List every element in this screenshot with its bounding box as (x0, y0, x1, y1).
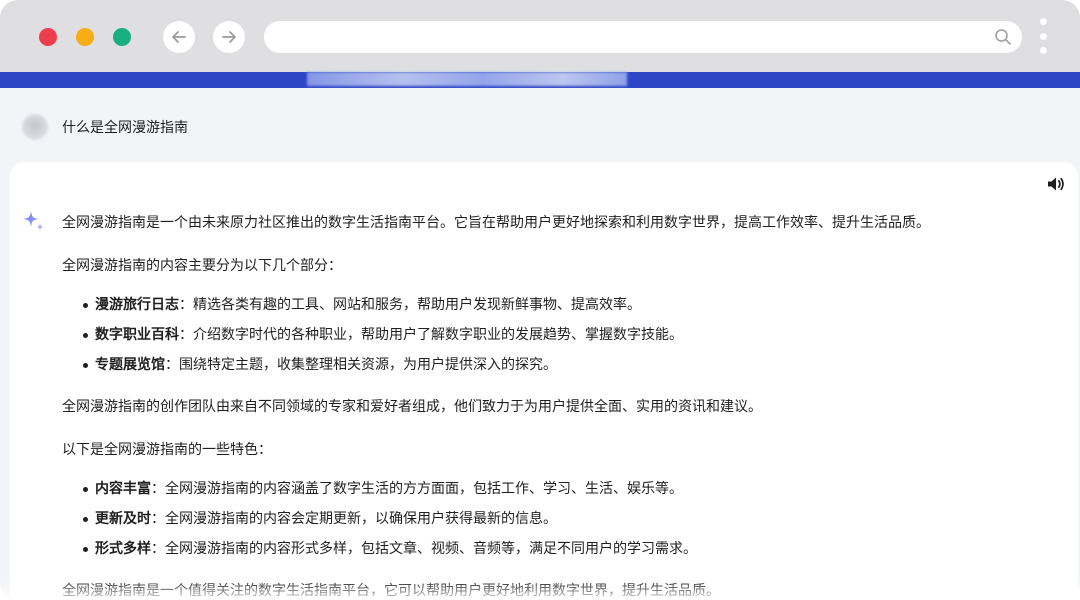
user-question-row: 什么是全网漫游指南 (0, 88, 1080, 162)
features-list: 内容丰富：全网漫游指南的内容涵盖了数字生活的方方面面，包括工作、学习、生活、娱乐… (62, 479, 1062, 569)
blurred-site-nav (307, 72, 627, 86)
list-item-desc: ：介绍数字时代的各种职业，帮助用户了解数字职业的发展趋势、掌握数字技能。 (179, 327, 683, 343)
list-item-desc: ：精选各类有趣的工具、网站和服务，帮助用户发现新鲜事物、提高效率。 (179, 297, 641, 313)
site-header-bar (0, 72, 1080, 88)
list-item: 数字职业百科：介绍数字时代的各种职业，帮助用户了解数字职业的发展趋势、掌握数字技… (62, 325, 1062, 355)
sparkle-icon (23, 211, 44, 231)
list-item-title: 专题展览馆 (95, 357, 165, 373)
list-item-title: 漫游旅行日志 (95, 297, 179, 313)
address-bar[interactable] (264, 21, 1022, 53)
minimize-window-button[interactable] (76, 28, 94, 46)
arrow-left-icon (172, 31, 186, 43)
speaker-icon[interactable] (1046, 174, 1066, 194)
list-item-title: 内容丰富 (95, 481, 151, 497)
answer-intro: 全网漫游指南是一个由未来原力社区推出的数字生活指南平台。它旨在帮助用户更好地探索… (62, 215, 930, 231)
user-avatar (22, 114, 48, 140)
list-item: 形式多样：全网漫游指南的内容形式多样，包括文章、视频、音频等，满足不同用户的学习… (62, 539, 1062, 569)
list-item-desc: ：全网漫游指南的内容形式多样，包括文章、视频、音频等，满足不同用户的学习需求。 (151, 541, 697, 557)
browser-toolbar (0, 0, 1080, 72)
list-item: 漫游旅行日志：精选各类有趣的工具、网站和服务，帮助用户发现新鲜事物、提高效率。 (62, 295, 1062, 325)
features-intro: 以下是全网漫游指南的一些特色： (62, 442, 272, 458)
maximize-window-button[interactable] (113, 28, 131, 46)
list-item-desc: ：全网漫游指南的内容涵盖了数字生活的方方面面，包括工作、学习、生活、娱乐等。 (151, 481, 683, 497)
forward-button[interactable] (213, 21, 245, 53)
user-question-text: 什么是全网漫游指南 (62, 120, 188, 136)
list-item-desc: ：围绕特定主题，收集整理相关资源，为用户提供深入的探究。 (165, 357, 557, 373)
list-item: 更新及时：全网漫游指南的内容会定期更新，以确保用户获得最新的信息。 (62, 509, 1062, 539)
answer-content: 全网漫游指南是一个由未来原力社区推出的数字生活指南平台。它旨在帮助用户更好地探索… (62, 213, 1062, 600)
browser-window: 什么是全网漫游指南 全网漫游指南是一个由未来原力社区推出的数字生活指南平台。它旨… (0, 0, 1080, 600)
sections-list: 漫游旅行日志：精选各类有趣的工具、网站和服务，帮助用户发现新鲜事物、提高效率。 … (62, 295, 1062, 385)
team-paragraph: 全网漫游指南的创作团队由来自不同领域的专家和爱好者组成，他们致力于为用户提供全面… (62, 399, 762, 415)
list-item-title: 形式多样 (95, 541, 151, 557)
list-item: 专题展览馆：围绕特定主题，收集整理相关资源，为用户提供深入的探究。 (62, 355, 1062, 385)
search-icon[interactable] (994, 28, 1012, 46)
conclusion-paragraph: 全网漫游指南是一个值得关注的数字生活指南平台，它可以帮助用户更好地利用数字世界，… (62, 583, 720, 599)
back-button[interactable] (163, 21, 195, 53)
list-item-title: 更新及时 (95, 511, 151, 527)
list-item-title: 数字职业百科 (95, 327, 179, 343)
arrow-right-icon (222, 31, 236, 43)
more-vertical-icon[interactable] (1038, 18, 1048, 54)
list-item-desc: ：全网漫游指南的内容会定期更新，以确保用户获得最新的信息。 (151, 511, 557, 527)
sections-intro: 全网漫游指南的内容主要分为以下几个部分： (62, 258, 342, 274)
assistant-answer-card: 全网漫游指南是一个由未来原力社区推出的数字生活指南平台。它旨在帮助用户更好地探索… (10, 162, 1078, 600)
list-item: 内容丰富：全网漫游指南的内容涵盖了数字生活的方方面面，包括工作、学习、生活、娱乐… (62, 479, 1062, 509)
close-window-button[interactable] (39, 28, 57, 46)
